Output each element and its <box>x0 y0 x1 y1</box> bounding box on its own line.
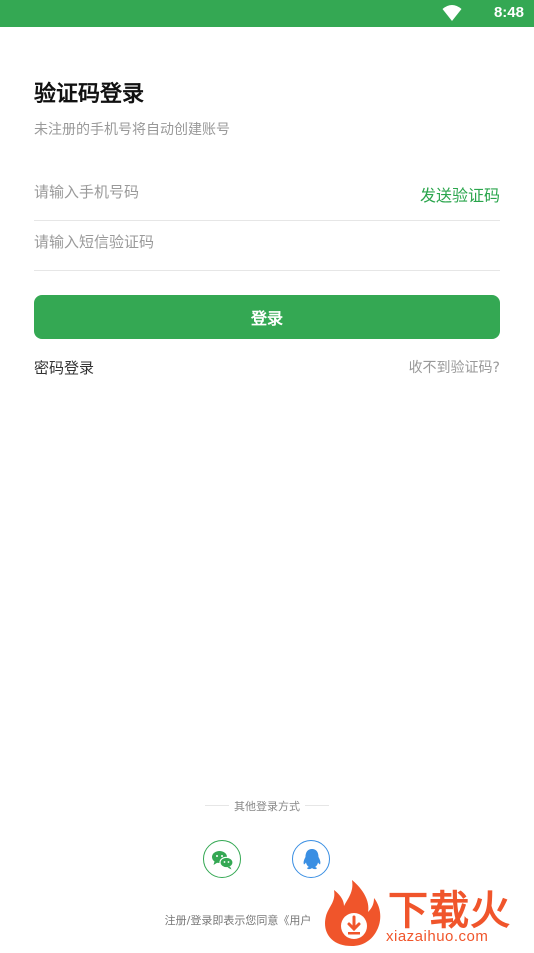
send-code-button[interactable]: 发送验证码 <box>420 182 500 206</box>
no-code-link[interactable]: 收不到验证码? <box>409 357 500 377</box>
login-button[interactable]: 登录 <box>34 295 500 339</box>
status-time: 8:48 <box>493 4 524 21</box>
other-login-divider: 其他登录方式 <box>0 796 534 814</box>
sms-code-input[interactable] <box>34 220 394 264</box>
phone-field-row: 发送验证码 <box>34 170 500 221</box>
wechat-icon <box>212 851 234 870</box>
page-title: 验证码登录 <box>34 82 145 107</box>
watermark-url: xiazaihuo.com <box>386 928 489 945</box>
other-login-label: 其他登录方式 <box>234 800 300 813</box>
page-subtitle: 未注册的手机号将自动创建账号 <box>34 122 230 138</box>
qq-login-button[interactable] <box>292 840 330 878</box>
wechat-login-button[interactable] <box>203 840 241 878</box>
flame-logo-icon <box>325 880 381 946</box>
phone-input[interactable] <box>34 170 394 214</box>
status-bar: 8:48 <box>0 0 534 27</box>
qq-icon <box>303 849 321 870</box>
code-field-row <box>34 220 500 271</box>
wifi-icon <box>442 5 462 21</box>
site-watermark: 下载火 xiazaihuo.com <box>316 876 534 949</box>
divider-right <box>305 805 329 806</box>
password-login-link[interactable]: 密码登录 <box>34 357 94 378</box>
